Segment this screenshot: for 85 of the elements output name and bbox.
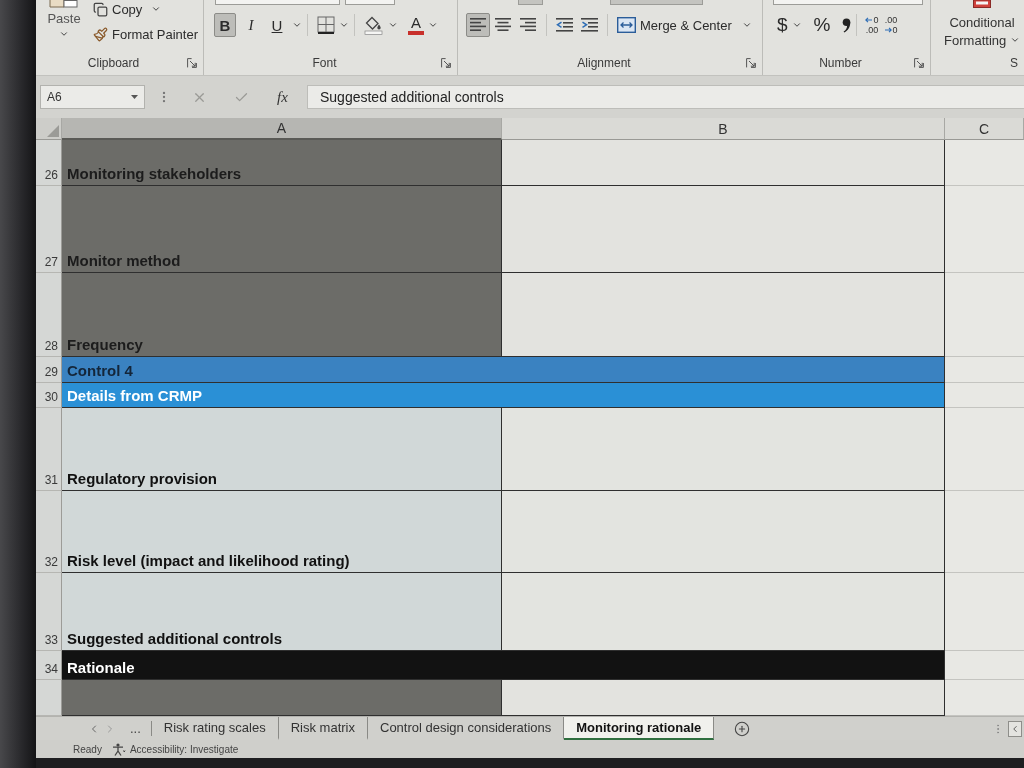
caret-icon[interactable] [741,20,752,30]
font-color-button[interactable]: A [404,13,428,37]
triangle-icon [47,125,59,137]
lines-icon [520,18,536,32]
row-header: 31 [36,408,62,491]
caret-icon[interactable] [131,95,138,99]
label-cell: Monitoring stakeholders [62,140,502,186]
launcher-icon[interactable] [441,58,451,68]
group-label: S [1010,56,1018,70]
sheet-tab[interactable]: Monitoring rationale [564,717,715,740]
group-label: Font [311,56,338,70]
row-header: 28 [36,273,62,357]
caret-icon[interactable] [428,20,438,30]
group-label: Number [818,56,863,70]
copy-button[interactable]: Copy [90,0,146,18]
label-cell: Monitor method [62,186,502,273]
insert-function-button[interactable]: fx [274,88,290,106]
group-label: Clipboard [86,56,141,70]
merge-center-button[interactable]: Merge & Center [613,13,736,37]
row-header: 29 [36,357,62,383]
row-header: 27 [36,186,62,273]
caret-icon[interactable] [151,4,162,14]
column-header[interactable]: A [62,118,502,140]
percent-button[interactable]: % [809,13,835,37]
label-cell: Details from CRMP [62,383,945,408]
paste-button[interactable]: Paste [46,0,82,39]
align-button[interactable] [466,13,490,37]
caret-icon[interactable] [388,20,398,30]
color-bar-icon [408,31,424,35]
underline-button[interactable]: U [266,13,288,37]
label-cell: Rationale [62,651,945,680]
group-label: Alignment [576,56,632,70]
caret-icon[interactable] [791,20,802,30]
launcher-icon[interactable] [746,58,756,68]
caret-icon [59,29,69,39]
bold-button[interactable]: B [214,13,236,37]
accessibility-button[interactable]: Accessibility: Investigate [111,742,239,756]
format-painter-button[interactable]: Format Painter [90,25,201,43]
increase-decimal-button[interactable]: 0 .00 [862,13,882,37]
add-sheet-icon[interactable] [734,720,751,737]
lines-icon [495,18,511,32]
label-cell: Frequency [62,273,502,357]
font-size-field[interactable] [345,0,395,5]
row-header: 30 [36,383,62,408]
paintbrush-icon [93,26,108,42]
formula-field[interactable]: Suggested additional controls [307,85,1024,109]
conditional-formatting-button[interactable]: Conditional Formatting [941,0,1023,50]
currency-button[interactable]: $ [773,13,792,37]
caret-icon [1009,35,1020,45]
paint-bucket-icon [364,15,384,35]
launcher-icon[interactable] [187,58,197,68]
borders-icon [317,16,335,34]
arrow-right-icon [884,27,892,33]
scroll-left-button[interactable] [1008,720,1022,737]
column-header[interactable]: C [945,118,1024,140]
column-header[interactable]: B [502,118,945,140]
indent-icon [581,18,598,32]
chevron-left-icon [1010,723,1020,734]
italic-button[interactable]: I [240,13,262,37]
row-header: 34 [36,651,62,680]
clipboard-icon [49,0,79,8]
merge-icon [617,17,636,33]
status-text: Ready [73,743,102,755]
label-cell: Risk level (impact and likelihood rating) [62,491,502,573]
copy-icon [93,1,108,17]
table-icon [973,0,991,8]
number-format-field[interactable] [773,0,923,5]
row-header: 26 [36,140,62,186]
caret-icon[interactable] [339,20,349,30]
person-icon [111,742,126,756]
decrease-decimal-button[interactable]: .00 0 [881,13,901,37]
lines-icon [470,18,486,32]
arrow-left-icon [865,17,873,23]
more-sheets-button[interactable]: ... [122,721,152,736]
label-cell: Control 4 [62,357,945,383]
comma-icon[interactable] [842,17,852,33]
font-name-field[interactable] [215,0,340,5]
label-cell: Regulatory provision [62,408,502,491]
launcher-icon[interactable] [914,58,924,68]
caret-icon[interactable] [292,20,302,30]
row-header: 32 [36,491,62,573]
name-box[interactable]: A6 [40,85,145,109]
indent-icon [556,18,573,32]
row-header: 33 [36,573,62,651]
label-cell: Suggested additional controls [62,573,502,651]
